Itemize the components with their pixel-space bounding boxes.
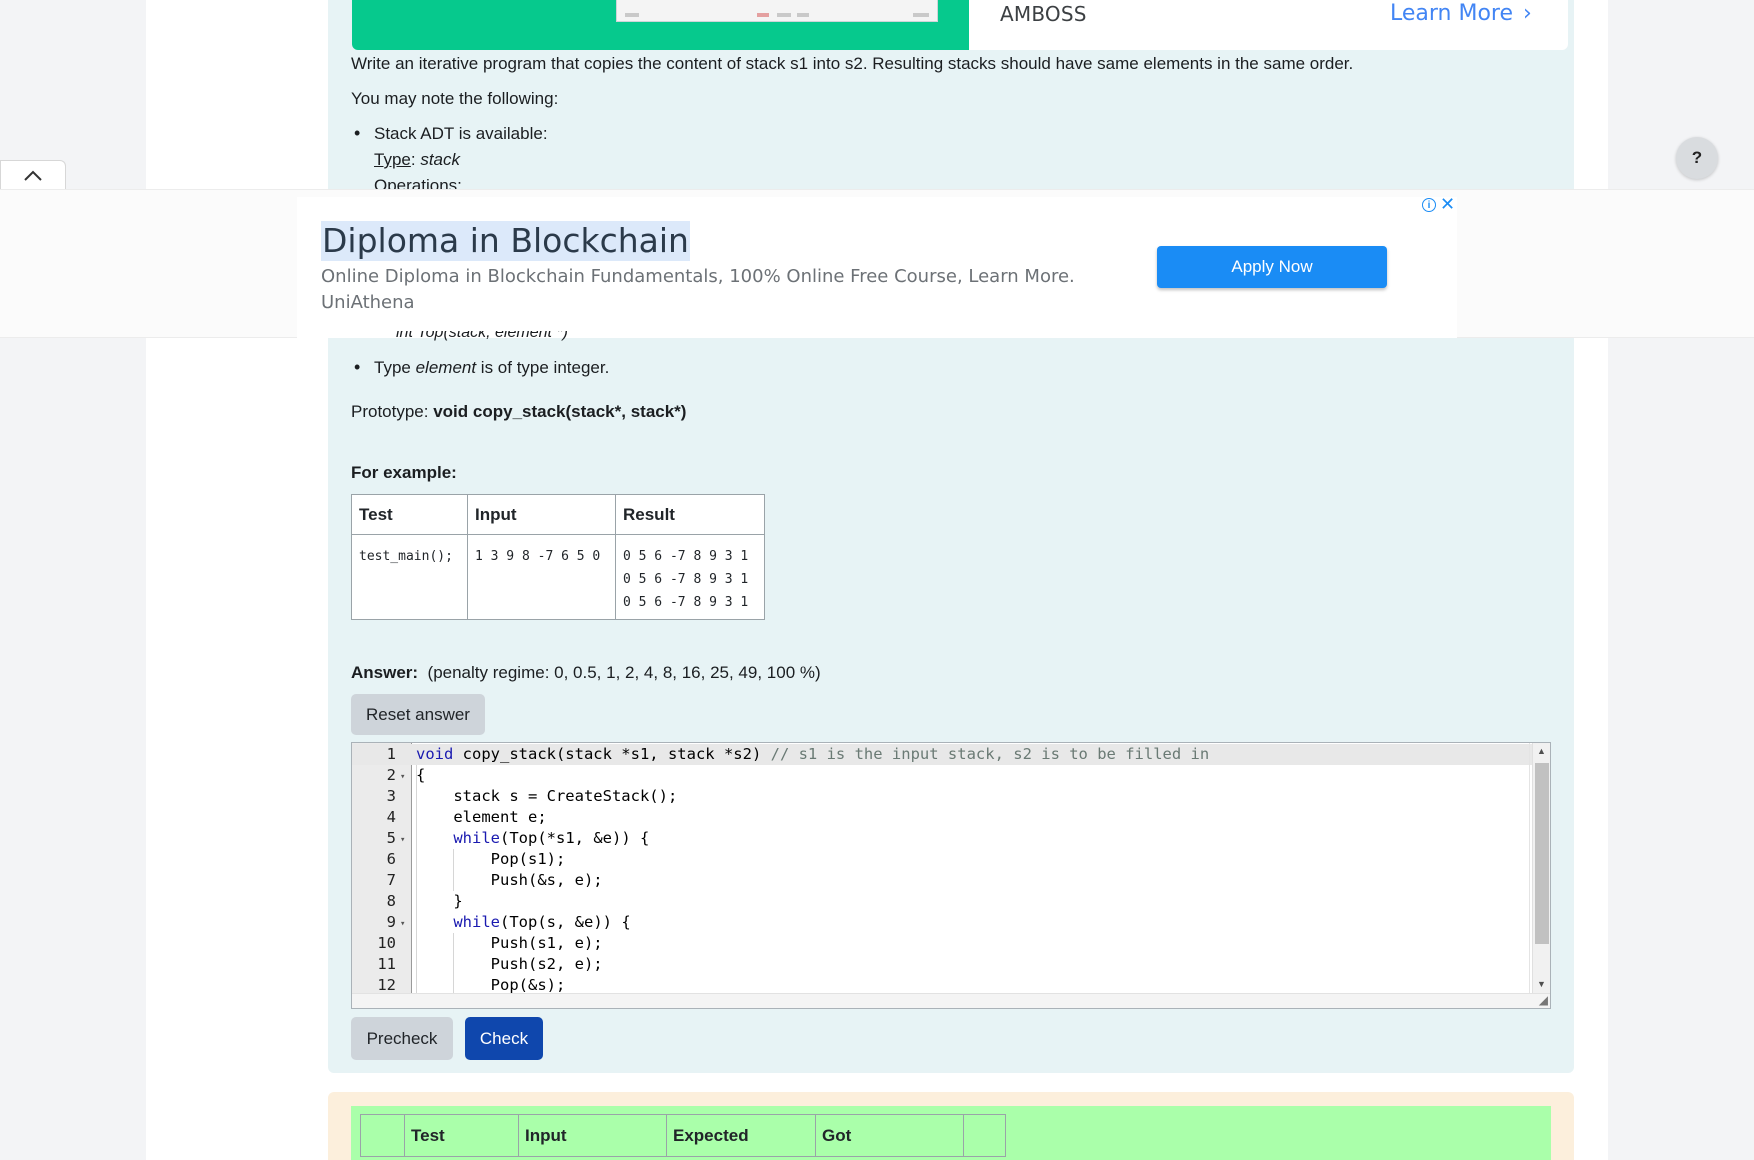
example-col-result: Result: [615, 494, 765, 535]
question-instruction: Write an iterative program that copies t…: [351, 54, 1354, 73]
check-button[interactable]: Check: [465, 1017, 543, 1060]
code-line[interactable]: 9 ▾ while(Top(s, &e)) {: [352, 912, 1532, 933]
line-number: 2: [386, 766, 396, 784]
line-number: 8: [386, 892, 396, 910]
apply-now-button[interactable]: Apply Now: [1157, 246, 1387, 288]
ad-advertiser-name: AMBOSS: [1000, 2, 1087, 26]
code-text[interactable]: Push(s2, e);: [416, 954, 603, 975]
type-line: Type: stack: [374, 150, 460, 170]
bullet-element-pre: Type: [374, 358, 416, 377]
result-table: Test Input Expected Got: [360, 1114, 1006, 1157]
prototype-label: Prototype:: [351, 402, 434, 421]
result-col-status: [360, 1114, 405, 1157]
example-heading: For example:: [351, 463, 457, 482]
code-editor[interactable]: 1 void copy_stack(stack *s1, stack *s2) /…: [351, 742, 1551, 1009]
line-number: 6: [386, 850, 396, 868]
example-col-test: Test: [351, 494, 468, 535]
ad-title[interactable]: Diploma in Blockchain: [321, 221, 690, 261]
example-col-input: Input: [467, 494, 616, 535]
help-button[interactable]: ?: [1676, 137, 1718, 179]
ad-image[interactable]: [352, 0, 969, 50]
line-number: 1: [386, 745, 396, 763]
line-number: 10: [377, 934, 396, 952]
line-number: 5: [386, 829, 396, 847]
result-col-got: Got: [815, 1114, 964, 1157]
example-cell-input: 1 3 9 8 -7 6 5 0: [467, 534, 616, 620]
scroll-up-arrow-icon[interactable]: ▲: [1537, 746, 1546, 756]
op-top-text: int Top(stack, element *): [396, 331, 568, 341]
type-separator: :: [410, 150, 421, 169]
chevron-up-icon: [24, 170, 42, 181]
code-line[interactable]: 10 Push(s1, e);: [352, 933, 1532, 954]
reset-answer-button[interactable]: Reset answer: [351, 694, 485, 735]
fold-toggle-icon[interactable]: ▾: [400, 830, 405, 851]
prototype-value: void copy_stack(stack*, stack*): [433, 402, 687, 421]
answer-label: Answer:: [351, 663, 419, 682]
scrollbar-thumb[interactable]: [1535, 763, 1549, 944]
precheck-button[interactable]: Precheck: [351, 1017, 453, 1060]
editor-statusbar: ◢: [352, 993, 1550, 1008]
bullet-element-em: element: [415, 358, 477, 377]
result-col-test: Test: [404, 1114, 519, 1157]
line-number: 4: [386, 808, 396, 826]
code-text[interactable]: stack s = CreateStack();: [416, 786, 677, 807]
editor-scrollbar[interactable]: ▲ ▼: [1532, 743, 1550, 993]
type-value: stack: [420, 150, 460, 169]
code-text[interactable]: while(Top(s, &e)) {: [416, 912, 630, 933]
result-col-expected: Expected: [666, 1114, 816, 1157]
result-table-header: Test Input Expected Got: [360, 1114, 1006, 1157]
op-top-item: int Top(stack, element *): [396, 331, 568, 342]
result-col-mark: [963, 1114, 1006, 1157]
code-line[interactable]: 8 }: [352, 891, 1532, 912]
scroll-down-arrow-icon[interactable]: ▼: [1537, 979, 1546, 989]
close-icon[interactable]: ✕: [1440, 194, 1455, 214]
chevron-right-icon: ›: [1523, 1, 1532, 26]
bullet-element-post: is of type integer.: [476, 358, 610, 377]
example-cell-result: 0 5 6 -7 8 9 3 1 0 5 6 -7 8 9 3 1 0 5 6 …: [615, 534, 765, 620]
code-line[interactable]: 5 ▾ while(Top(*s1, &e)) {: [352, 828, 1532, 849]
code-line[interactable]: 3 stack s = CreateStack();: [352, 786, 1532, 807]
answer-line: Answer: (penalty regime: 0, 0.5, 1, 2, 4…: [351, 663, 821, 683]
bullet-stack-adt: Stack ADT is available:: [354, 123, 547, 144]
line-number: 11: [377, 955, 396, 973]
code-text[interactable]: }: [416, 891, 462, 912]
top-banner-ad[interactable]: AMBOSS Learn More ›: [352, 0, 1568, 50]
example-table-header: Test Input Result: [351, 494, 765, 535]
code-line[interactable]: 11 Push(s2, e);: [352, 954, 1532, 975]
ad-brand[interactable]: UniAthena: [321, 292, 415, 313]
question-note-intro: You may note the following:: [351, 89, 559, 108]
ad-description[interactable]: Online Diploma in Blockchain Fundamental…: [321, 266, 1075, 287]
code-line[interactable]: 2 ▾ {: [352, 765, 1532, 786]
scroll-up-tab[interactable]: [0, 160, 66, 190]
code-text[interactable]: {: [416, 765, 425, 786]
code-text[interactable]: Pop(s1);: [416, 849, 566, 870]
code-line[interactable]: 1 void copy_stack(stack *s1, stack *s2) /…: [352, 744, 1532, 765]
code-text[interactable]: Push(s1, e);: [416, 933, 603, 954]
code-line[interactable]: 7 Push(&s, e);: [352, 870, 1532, 891]
penalty-regime: (penalty regime: 0, 0.5, 1, 2, 4, 8, 16,…: [427, 663, 821, 682]
fold-toggle-icon[interactable]: ▾: [400, 767, 405, 788]
line-number: 9: [386, 913, 396, 931]
learn-more-link[interactable]: Learn More ›: [1390, 1, 1532, 26]
line-number: 3: [386, 787, 396, 805]
code-line[interactable]: 4 element e;: [352, 807, 1532, 828]
result-col-input: Input: [518, 1114, 667, 1157]
type-label: Type: [374, 150, 411, 169]
info-icon[interactable]: i: [1422, 198, 1436, 212]
code-text[interactable]: Push(&s, e);: [416, 870, 603, 891]
code-text[interactable]: while(Top(*s1, &e)) {: [416, 828, 649, 849]
code-text[interactable]: element e;: [416, 807, 546, 828]
example-table: Test Input Result test_main(); 1 3 9 8 -…: [351, 494, 765, 620]
table-row: test_main(); 1 3 9 8 -7 6 5 0 0 5 6 -7 8…: [351, 534, 765, 620]
code-text[interactable]: void copy_stack(stack *s1, stack *s2) //…: [416, 744, 1209, 765]
fold-toggle-icon[interactable]: ▾: [400, 914, 405, 935]
code-line[interactable]: 6 Pop(s1);: [352, 849, 1532, 870]
prototype-line: Prototype: void copy_stack(stack*, stack…: [351, 402, 686, 422]
bullet-element-type: Type element is of type integer.: [354, 357, 610, 378]
resize-grip-icon[interactable]: ◢: [1539, 993, 1548, 1007]
example-cell-test: test_main();: [351, 534, 468, 620]
ad-screenshot-image: [616, 0, 938, 22]
line-number: 7: [386, 871, 396, 889]
learn-more-label: Learn More: [1390, 1, 1514, 26]
